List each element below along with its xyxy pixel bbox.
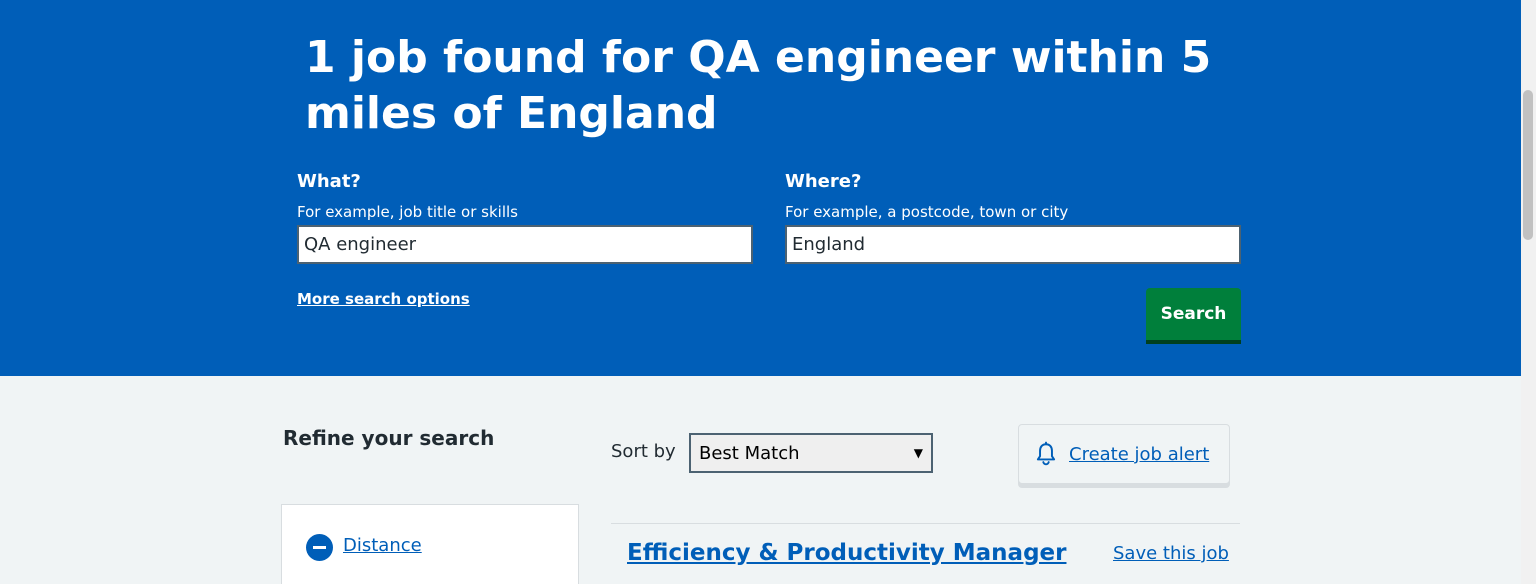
scrollbar-thumb[interactable]: [1523, 90, 1533, 240]
save-job-link[interactable]: Save this job: [1113, 543, 1229, 564]
bell-icon: [1036, 441, 1056, 466]
what-input[interactable]: [297, 225, 753, 264]
chevron-down-icon: ▼: [913, 446, 923, 460]
more-search-options-link[interactable]: More search options: [297, 290, 470, 308]
sort-label: Sort by: [611, 441, 676, 462]
where-input[interactable]: [785, 225, 1241, 264]
what-hint: For example, job title or skills: [297, 203, 518, 221]
where-label: Where?: [785, 171, 862, 192]
where-hint: For example, a postcode, town or city: [785, 203, 1069, 221]
job-title-link[interactable]: Efficiency & Productivity Manager: [627, 540, 1066, 566]
search-button[interactable]: Search: [1146, 288, 1241, 340]
sort-select[interactable]: Best Match ▼: [689, 433, 933, 473]
filter-distance-toggle[interactable]: Distance: [343, 535, 422, 556]
search-hero: 1 job found for QA engineer within 5 mil…: [0, 0, 1521, 376]
minus-circle-icon[interactable]: [306, 534, 333, 561]
sort-select-value: Best Match: [699, 442, 800, 464]
scrollbar-track[interactable]: [1521, 0, 1536, 584]
what-label: What?: [297, 171, 361, 192]
results-divider: [611, 523, 1240, 524]
refine-title: Refine your search: [283, 426, 495, 450]
page-title: 1 job found for QA engineer within 5 mil…: [305, 32, 1212, 139]
create-job-alert-link[interactable]: Create job alert: [1069, 444, 1209, 465]
create-job-alert-button[interactable]: Create job alert: [1018, 424, 1230, 484]
